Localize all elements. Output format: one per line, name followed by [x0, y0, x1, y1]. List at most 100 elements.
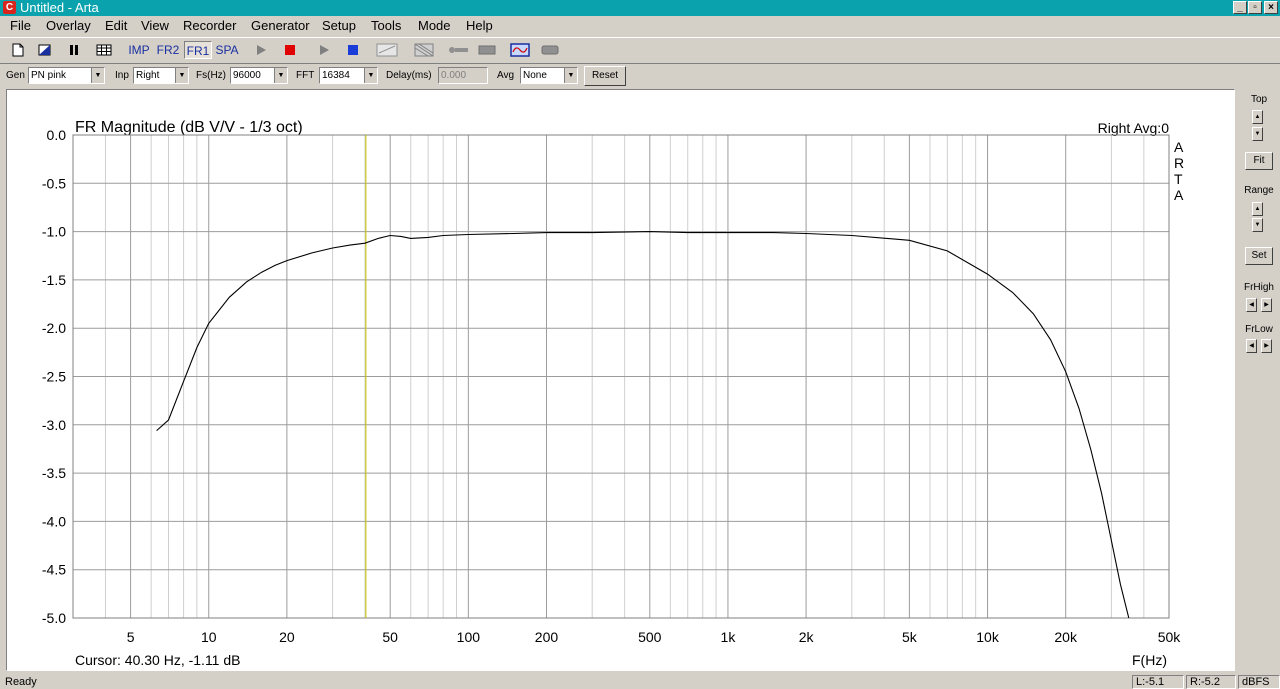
level-units: dBFS — [1238, 675, 1280, 689]
x-tick-label: 100 — [457, 629, 481, 645]
y-tick-label: -0.5 — [42, 175, 66, 191]
fs-label: Fs(Hz) — [196, 70, 226, 81]
chevron-down-icon: ▼ — [175, 68, 188, 83]
new-file-icon[interactable] — [8, 41, 28, 59]
window-title: Untitled - Arta — [20, 0, 99, 15]
avg-value: None — [523, 70, 547, 81]
close-icon[interactable]: × — [1264, 1, 1278, 14]
fs-value: 96000 — [233, 70, 261, 81]
x-tick-label: 5k — [902, 629, 918, 645]
x-tick-label: 10k — [976, 629, 1000, 645]
x-tick-label: 20k — [1054, 629, 1078, 645]
menu-file[interactable]: File — [10, 17, 31, 35]
x-tick-label: 5 — [127, 629, 135, 645]
menu-edit[interactable]: Edit — [105, 17, 127, 35]
menu-setup[interactable]: Setup — [322, 17, 356, 35]
y-tick-label: -4.0 — [42, 513, 66, 529]
watermark-letter: T — [1174, 171, 1183, 187]
fr-magnitude-chart[interactable]: FR Magnitude (dB V/V - 1/3 oct) Right Av… — [7, 90, 1234, 670]
menu-bar: File Overlay Edit View Recorder Generato… — [0, 16, 1280, 36]
avg-label: Avg — [497, 70, 515, 81]
x-tick-label: 200 — [535, 629, 559, 645]
arta-watermark: A R T A — [1174, 139, 1184, 203]
top-up-arrow-icon[interactable]: ▲ — [1252, 110, 1263, 124]
delay-input[interactable]: 0.000 — [438, 67, 488, 84]
range-up-arrow-icon[interactable]: ▲ — [1252, 202, 1263, 216]
x-tick-labels: 5 10 20 50 100 200 500 1k 2k 5k 10k 20k 50k — [127, 629, 1182, 645]
stop-red-icon[interactable] — [279, 41, 301, 59]
menu-tools[interactable]: Tools — [371, 17, 401, 35]
x-tick-label: 50 — [382, 629, 398, 645]
menu-view[interactable]: View — [141, 17, 169, 35]
top-down-arrow-icon[interactable]: ▼ — [1252, 127, 1263, 141]
chart-title: FR Magnitude (dB V/V - 1/3 oct) — [75, 119, 303, 136]
menu-help[interactable]: Help — [466, 17, 493, 35]
menu-generator[interactable]: Generator — [251, 17, 310, 35]
meter-icon[interactable] — [476, 41, 498, 59]
reset-button[interactable]: Reset — [584, 66, 626, 86]
title-bar: C Untitled - Arta _ ▫ × — [0, 0, 1280, 16]
plot-panel: FR Magnitude (dB V/V - 1/3 oct) Right Av… — [6, 89, 1235, 671]
delay-value: 0.000 — [441, 70, 467, 81]
y-tick-label: -4.5 — [42, 562, 66, 578]
probe-icon[interactable] — [445, 41, 471, 59]
frlow-label: FrLow — [1245, 324, 1273, 335]
gen-select[interactable]: PN pink ▼ — [28, 67, 105, 84]
fs-select[interactable]: 96000 ▼ — [230, 67, 288, 84]
fft-select[interactable]: 16384 ▼ — [319, 67, 378, 84]
x-axis-label: F(Hz) — [1132, 652, 1167, 668]
play-icon[interactable] — [313, 41, 335, 59]
menu-mode[interactable]: Mode — [418, 17, 451, 35]
menu-recorder[interactable]: Recorder — [183, 17, 236, 35]
frhigh-right-arrow-icon[interactable]: ▶ — [1261, 298, 1272, 312]
inp-value: Right — [136, 70, 160, 81]
stop-blue-icon[interactable] — [342, 41, 364, 59]
status-text: Ready — [5, 676, 37, 688]
restore-icon[interactable]: ▫ — [1248, 1, 1262, 14]
avg-select[interactable]: None ▼ — [520, 67, 578, 84]
main-toolbar: IMP FR2 FR1 SPA — [0, 37, 1280, 62]
chevron-down-icon: ▼ — [364, 68, 377, 83]
pause-icon[interactable] — [64, 41, 84, 59]
scope-icon[interactable] — [508, 41, 532, 59]
settings-toolbar: Gen PN pink ▼ Inp Right ▼ Fs(Hz) 96000 ▼… — [0, 63, 1280, 88]
frhigh-left-arrow-icon[interactable]: ◀ — [1246, 298, 1257, 312]
frlow-right-arrow-icon[interactable]: ▶ — [1261, 339, 1272, 353]
minimize-icon[interactable]: _ — [1233, 1, 1247, 14]
chevron-down-icon: ▼ — [564, 68, 577, 83]
mode-imp-button[interactable]: IMP — [126, 41, 152, 59]
generator-icon[interactable] — [374, 41, 400, 59]
mode-fr2-button[interactable]: FR2 — [154, 41, 182, 59]
y-tick-label: -3.0 — [42, 417, 66, 433]
app-icon: C — [3, 1, 16, 14]
y-tick-label: -5.0 — [42, 610, 66, 626]
delay-label: Delay(ms) — [386, 70, 432, 81]
fit-button[interactable]: Fit — [1245, 152, 1273, 170]
left-level: L:-5.1 — [1132, 675, 1184, 689]
x-tick-label: 50k — [1158, 629, 1182, 645]
x-tick-label: 2k — [799, 629, 815, 645]
frlow-left-arrow-icon[interactable]: ◀ — [1246, 339, 1257, 353]
range-label: Range — [1244, 185, 1274, 196]
set-button[interactable]: Set — [1245, 247, 1273, 265]
chevron-down-icon: ▼ — [274, 68, 287, 83]
mode-spa-button[interactable]: SPA — [213, 41, 241, 59]
watermark-letter: A — [1174, 187, 1184, 203]
y-tick-label: -1.0 — [42, 224, 66, 240]
mode-fr1-button[interactable]: FR1 — [184, 41, 212, 59]
table-icon[interactable] — [93, 41, 115, 59]
y-tick-labels: 0.0 -0.5 -1.0 -1.5 -2.0 -2.5 -3.0 -3.5 -4.0 -4.5 -… — [42, 127, 66, 626]
grid-major — [72, 134, 1170, 619]
play-grey-icon[interactable] — [250, 41, 272, 59]
top-label: Top — [1250, 94, 1268, 105]
range-down-arrow-icon[interactable]: ▼ — [1252, 218, 1263, 232]
inp-select[interactable]: Right ▼ — [133, 67, 189, 84]
filter-icon[interactable] — [411, 41, 437, 59]
fft-label: FFT — [296, 70, 315, 81]
gen-value: PN pink — [31, 70, 67, 81]
record-icon[interactable] — [539, 41, 561, 59]
menu-overlay[interactable]: Overlay — [46, 17, 91, 35]
x-tick-label: 1k — [721, 629, 737, 645]
open-file-icon[interactable] — [35, 41, 55, 59]
inp-label: Inp — [115, 70, 129, 81]
